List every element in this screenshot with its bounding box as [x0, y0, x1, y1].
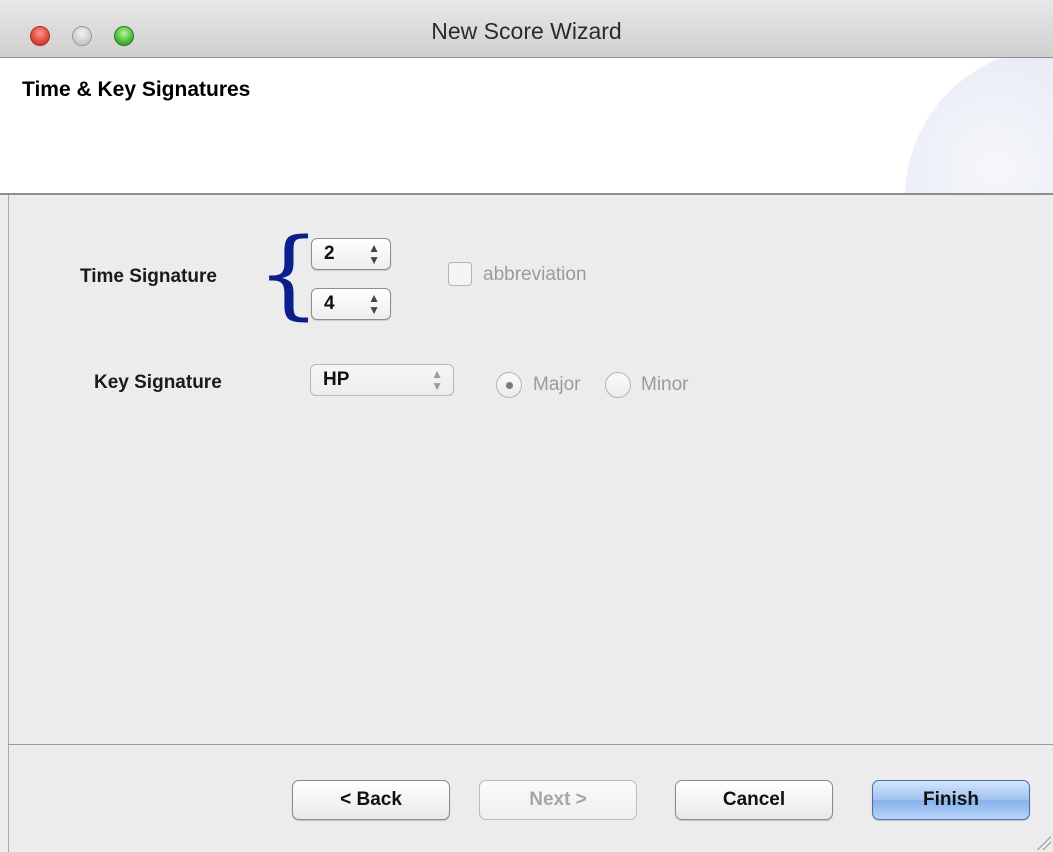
radio-selected-dot [506, 382, 513, 389]
time-denominator-stepper[interactable]: 4 ▲ ▼ [311, 288, 391, 320]
updown-arrows-icon: ▲ ▼ [368, 241, 380, 267]
finish-button[interactable]: Finish [872, 780, 1030, 820]
updown-arrows-icon: ▲ ▼ [368, 291, 380, 317]
updown-arrows-icon: ▲ ▼ [431, 367, 443, 393]
page-title: Time & Key Signatures [22, 78, 251, 101]
header-decoration [905, 58, 1053, 193]
major-label: Major [533, 374, 581, 395]
time-numerator-stepper[interactable]: 2 ▲ ▼ [311, 238, 391, 270]
title-bar[interactable]: New Score Wizard [0, 0, 1053, 58]
resize-grip-icon[interactable] [1035, 834, 1051, 850]
time-signature-label: Time Signature [80, 266, 217, 287]
window-title: New Score Wizard [431, 18, 622, 44]
major-radio[interactable] [496, 372, 522, 398]
abbreviation-checkbox[interactable] [448, 262, 472, 286]
minor-radio[interactable] [605, 372, 631, 398]
key-signature-label: Key Signature [94, 372, 222, 393]
minor-label: Minor [641, 374, 689, 395]
frame-divider [8, 195, 9, 852]
key-signature-select[interactable]: HP ▲ ▼ [310, 364, 454, 396]
key-signature-value: HP [323, 369, 350, 390]
time-denominator-value: 4 [324, 293, 335, 314]
next-button[interactable]: Next > [479, 780, 637, 820]
wizard-window: New Score Wizard Time & Key Signatures T… [0, 0, 1053, 852]
abbreviation-label: abbreviation [483, 264, 587, 285]
time-numerator-value: 2 [324, 243, 335, 264]
footer-divider [8, 744, 1053, 745]
wizard-header: Time & Key Signatures [0, 58, 1053, 195]
cancel-button[interactable]: Cancel [675, 780, 833, 820]
back-button[interactable]: < Back [292, 780, 450, 820]
